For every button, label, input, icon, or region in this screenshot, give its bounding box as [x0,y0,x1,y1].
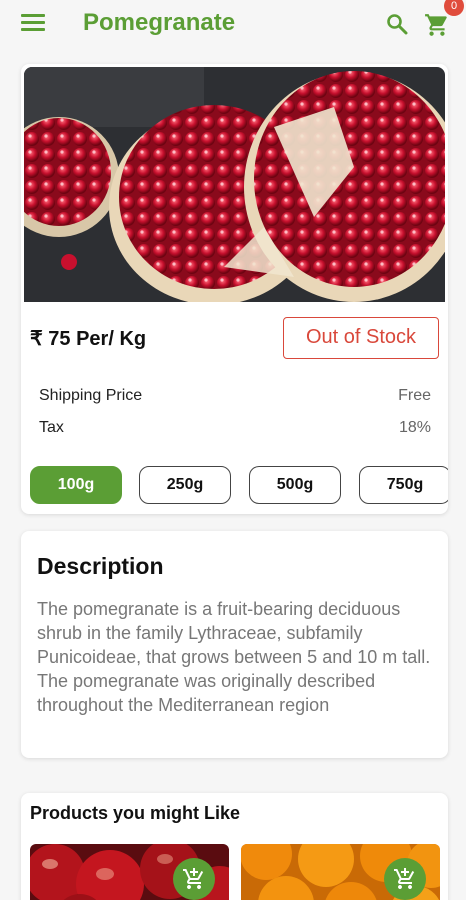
add-shopping-cart-icon [183,868,204,889]
related-product-orange[interactable] [241,844,440,900]
cart-icon[interactable] [424,12,450,38]
product-image [24,67,445,302]
add-to-cart-button[interactable] [384,858,426,900]
shipping-price-row: Shipping Price Free [39,387,431,405]
weight-option-100g[interactable]: 100g [30,466,122,504]
description-title: Description [37,553,164,579]
product-price: ₹ 75 Per/ Kg [30,328,147,350]
page-title: Pomegranate [83,9,236,36]
tax-label: Tax [39,419,64,436]
search-icon[interactable] [385,12,409,36]
related-products-title: Products you might Like [30,803,241,823]
weight-option-250g[interactable]: 250g [139,466,231,504]
description-text: The pomegranate is a fruit-bearing decid… [37,599,431,715]
shipping-price-label: Shipping Price [39,387,143,404]
top-app-bar: Pomegranate 0 [0,0,466,50]
weight-option-750g[interactable]: 750g [359,466,448,504]
weight-option-500g[interactable]: 500g [249,466,341,504]
tax-value: 18% [398,419,431,436]
add-to-cart-button[interactable] [173,858,215,900]
related-products-card: Products you might Like [21,793,448,900]
cart-count-badge: 0 [444,0,464,16]
shipping-price-value: Free [398,387,431,404]
description-card: Description The pomegranate is a fruit-b… [21,531,448,758]
add-shopping-cart-icon [394,868,415,889]
menu-icon[interactable] [21,14,45,34]
weight-options: 100g 250g 500g 750g [30,466,448,506]
out-of-stock-button[interactable]: Out of Stock [283,317,439,359]
product-card: ₹ 75 Per/ Kg Out of Stock Shipping Price… [21,64,448,514]
related-product-apple[interactable] [30,844,229,900]
tax-row: Tax 18% [39,419,431,437]
